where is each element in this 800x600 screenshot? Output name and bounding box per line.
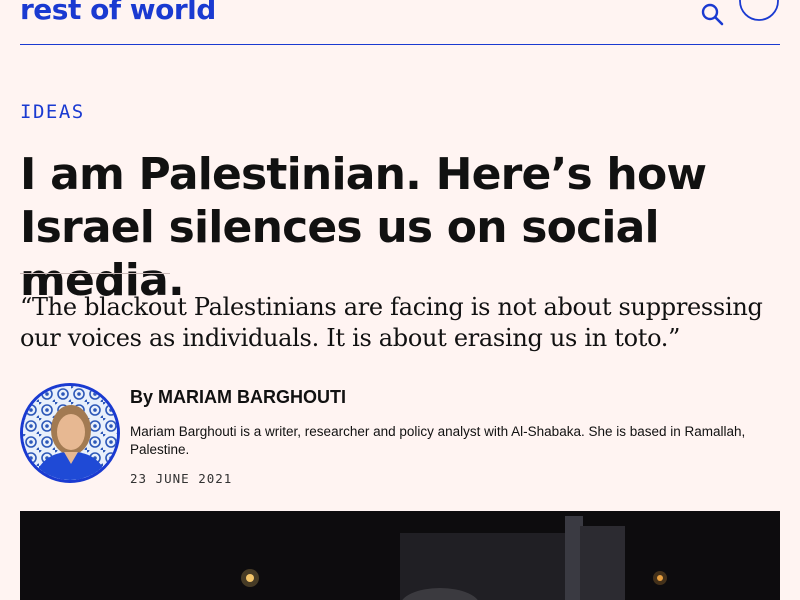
article-page: rest of world IDEAS I am Palestinian. He… (0, 0, 800, 600)
author-byline: By MARIAM BARGHOUTI (130, 387, 346, 408)
author-avatar[interactable] (20, 383, 120, 483)
author-photo (23, 386, 117, 480)
article-dek: “The blackout Palestinians are facing is… (20, 293, 763, 352)
site-logo[interactable]: rest of world (20, 0, 216, 28)
author-name-link[interactable]: MARIAM BARGHOUTI (158, 387, 346, 407)
hero-image (20, 511, 780, 600)
search-icon (701, 3, 724, 26)
hero-photo (20, 511, 780, 600)
site-header: rest of world (20, 0, 780, 45)
section-label[interactable]: IDEAS (20, 101, 85, 123)
headline-divider (20, 273, 170, 274)
byline-prefix: By (130, 387, 154, 407)
search-button[interactable] (700, 2, 724, 26)
menu-circle-icon (739, 0, 779, 21)
author-bio: Mariam Barghouti is a writer, researcher… (130, 424, 746, 457)
menu-button[interactable] (738, 0, 780, 22)
article-headline: I am Palestinian. Here’s how Israel sile… (20, 149, 707, 306)
publish-date: 23 JUNE 2021 (130, 471, 233, 486)
